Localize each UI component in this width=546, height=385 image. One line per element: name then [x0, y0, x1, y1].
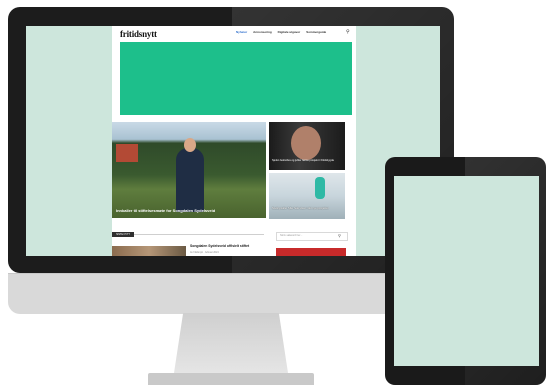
side-article-1[interactable]: Sjefen bekreftes og jubler første prosje…: [269, 122, 345, 170]
hero-article-image[interactable]: Innkaller til stiftelsesmøte for Songdal…: [112, 122, 266, 218]
section-tag: SISTE NYTT: [112, 232, 134, 237]
nav-item-digitale-utgaver[interactable]: Digitale utgaver: [278, 30, 301, 34]
tablet-screen: [394, 176, 539, 366]
article-title[interactable]: Songdalen Sydelsveid offisielt stiftet: [190, 244, 249, 248]
site-logo[interactable]: fritidsnytt: [120, 29, 157, 39]
site-header: fritidsnytt Nyheter Annonsering Digitale…: [112, 26, 356, 39]
side-article-1-headline[interactable]: Sjefen bekreftes og jubler første prosje…: [272, 159, 344, 162]
hero-person-shape: [176, 148, 204, 212]
hero-face-shape: [184, 138, 196, 152]
side-article-1-portrait: [291, 126, 321, 160]
ad-banner[interactable]: [120, 42, 352, 115]
monitor-stand-base: [148, 373, 314, 385]
section-divider: [134, 234, 264, 235]
side-article-2-figure: [315, 177, 325, 199]
hero-headline[interactable]: Innkaller til stiftelsesmøte for Songdal…: [116, 208, 215, 213]
monitor-stand-neck: [174, 313, 288, 373]
sidebar-search-placeholder: Skriv søkeord her...: [280, 234, 303, 237]
search-icon[interactable]: ⚲: [346, 29, 350, 35]
sidebar-ad-widget[interactable]: [276, 248, 346, 256]
main-nav: Nyheter Annonsering Digitale utgaver Som…: [236, 30, 326, 34]
side-article-2[interactable]: Snøkrystaller fyller hele stuen i det ny…: [269, 173, 345, 219]
nav-item-annonsering[interactable]: Annonsering: [253, 30, 272, 34]
article-thumbnail[interactable]: [112, 246, 186, 256]
article-meta: Av fritidsnytt · februar 2024: [190, 251, 219, 254]
sidebar-search-icon[interactable]: ⚲: [338, 233, 341, 238]
monitor-screen: fritidsnytt Nyheter Annonsering Digitale…: [26, 26, 440, 256]
website-page: fritidsnytt Nyheter Annonsering Digitale…: [112, 26, 356, 256]
nav-item-sommerguide[interactable]: Sommerguide: [306, 30, 326, 34]
side-article-2-headline[interactable]: Snøkrystaller fyller hele stuen i det ny…: [272, 207, 344, 210]
hero-house-shape: [116, 144, 138, 162]
nav-item-nyheter[interactable]: Nyheter: [236, 30, 247, 34]
